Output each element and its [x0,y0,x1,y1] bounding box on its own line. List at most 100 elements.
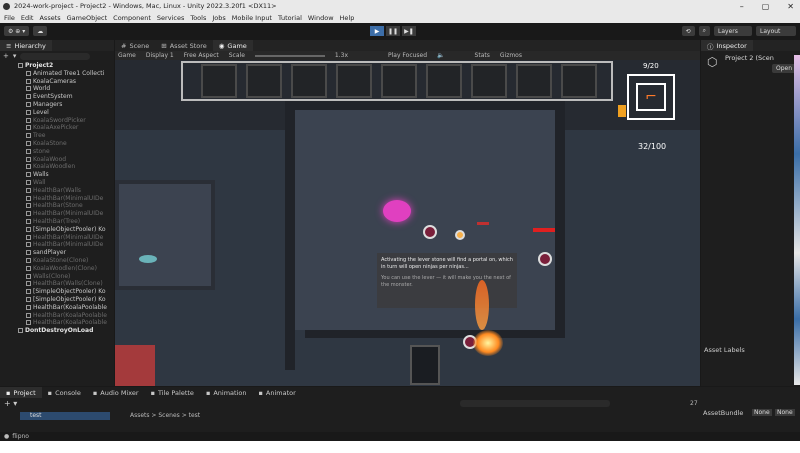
pause-button[interactable]: ❚❚ [386,26,400,36]
hierarchy-item[interactable]: KoalaWoodlen(Clone) [0,265,114,273]
menu-item-help[interactable]: Help [340,14,355,22]
tab-game[interactable]: ◉ Game [212,40,253,51]
inventory-slot[interactable] [336,64,372,98]
tab-hierarchy[interactable]: ≡ Hierarchy [0,40,52,51]
display-dropdown[interactable]: Display 1 [146,52,174,59]
play-focused-dropdown[interactable]: Play Focused [388,52,427,59]
hierarchy-item[interactable]: Managers [0,101,114,109]
history-icon[interactable]: ⟲ [681,26,695,36]
maximize-button[interactable]: ▢ [762,2,770,11]
menu-item-edit[interactable]: Edit [21,14,34,22]
tab-inspector[interactable]: ⓘ Inspector [701,40,753,51]
hierarchy-item[interactable]: HealthBar(Tree) [0,218,114,226]
hierarchy-item[interactable]: HealthBar(MinimalUIDe [0,195,114,203]
hierarchy-item[interactable]: HealthBar(MinimalUIDe [0,210,114,218]
hierarchy-item[interactable]: HealthBar(KoalaPoolable [0,304,114,312]
menu-item-window[interactable]: Window [308,14,334,22]
hierarchy-item[interactable]: KoalaAxePicker [0,124,114,132]
hierarchy-item[interactable]: HealthBar(KoalaPoolable [0,319,114,327]
inventory-slot[interactable] [561,64,597,98]
open-button[interactable]: Open [771,64,796,73]
hierarchy-item[interactable]: KoalaWoodlen [0,163,114,171]
hierarchy-item[interactable]: HealthBar(KoalaPoolable [0,312,114,320]
tab-project[interactable]: ▪ Project [0,387,42,398]
menu-item-assets[interactable]: Assets [39,14,60,22]
hierarchy-item[interactable]: HealthBar(Stone [0,202,114,210]
hierarchy-item[interactable]: Level [0,109,114,117]
hierarchy-item[interactable]: KoalaStone(Clone) [0,257,114,265]
hierarchy-item[interactable]: Tree [0,132,114,140]
variant-dropdown[interactable]: None [775,409,795,416]
stats-button[interactable]: Stats [475,52,490,59]
scale-slider[interactable] [254,54,325,57]
weapon-frame[interactable]: ⌐ [627,74,675,120]
close-button[interactable]: ✕ [787,2,794,11]
layers-dropdown[interactable]: Layers [714,26,752,36]
hierarchy-item-label: KoalaStone(Clone) [33,256,89,264]
play-button[interactable]: ▶ [370,26,384,36]
inventory-slot[interactable] [201,64,237,98]
project-search-input[interactable] [460,400,610,407]
gizmos-button[interactable]: Gizmos [500,52,522,59]
tab-animator[interactable]: ▪ Animator [252,387,301,398]
inventory-slot[interactable] [381,64,417,98]
hierarchy-item[interactable]: HealthBar(Walls(Clone) [0,280,114,288]
menu-item-gameobject[interactable]: GameObject [67,14,108,22]
search-icon[interactable]: ⌕ [698,26,710,36]
cloud-button[interactable]: ☁ [33,26,48,36]
hierarchy-item[interactable]: KoalaStone [0,140,114,148]
inventory-slot[interactable] [426,64,462,98]
folder-test[interactable]: test [20,412,110,420]
minimize-button[interactable]: – [740,2,744,11]
add-object-button[interactable]: + [3,52,9,60]
hierarchy-item[interactable]: DontDestroyOnLoad [0,327,114,335]
hierarchy-item[interactable]: Project2 [0,62,114,70]
hierarchy-item[interactable]: [SimpleObjectPooler) Ko [0,288,114,296]
menu-item-mobile-input[interactable]: Mobile Input [232,14,272,22]
hierarchy-item[interactable]: KoalaCameras [0,78,114,86]
menu-item-jobs[interactable]: Jobs [212,14,225,22]
dropdown-icon[interactable]: ▾ [13,52,17,60]
asset-bundle-dropdown[interactable]: None [752,409,772,416]
mute-icon[interactable]: 🔈 [437,52,444,59]
layout-dropdown[interactable]: Layout [756,26,796,36]
tab-scene[interactable]: # Scene [115,40,155,51]
hierarchy-item[interactable]: Walls [0,171,114,179]
hierarchy-item[interactable]: KoalaSwordPicker [0,117,114,125]
hierarchy-item[interactable]: HealthBar(Walls [0,187,114,195]
hierarchy-item[interactable]: stone [0,148,114,156]
hierarchy-item[interactable]: KoalaWood [0,156,114,164]
account-button[interactable]: ⚙ ⊕ ▾ [4,26,30,36]
menu-item-file[interactable]: File [4,14,15,22]
hierarchy-item[interactable]: Walls(Clone) [0,273,114,281]
tab-tile-palette[interactable]: ▪ Tile Palette [145,387,200,398]
menu-item-component[interactable]: Component [113,14,151,22]
tab-animation[interactable]: ▪ Animation [200,387,253,398]
menu-item-services[interactable]: Services [157,14,184,22]
hierarchy-item[interactable]: HealthBar(MinimalUIDe [0,234,114,242]
game-viewport[interactable]: 9/20 ⌐ 32/100 Activating the lever stone… [115,60,700,386]
project-add-button[interactable]: + ▾ [4,399,17,408]
menu-item-tools[interactable]: Tools [190,14,206,22]
inventory-slot[interactable] [471,64,507,98]
aspect-dropdown[interactable]: Free Aspect [184,52,219,59]
hierarchy-item[interactable]: World [0,85,114,93]
inventory-slot[interactable] [516,64,552,98]
hierarchy-item[interactable]: Animated Tree1 Collecti [0,70,114,78]
project-breadcrumb[interactable]: Assets > Scenes > test [130,412,200,419]
tab-asset-store[interactable]: ⊞ Asset Store [155,40,212,51]
hierarchy-item[interactable]: EventSystem [0,93,114,101]
hierarchy-item[interactable]: [SimpleObjectPooler) Ko [0,296,114,304]
tab-audio-mixer[interactable]: ▪ Audio Mixer [87,387,145,398]
hierarchy-item[interactable]: sandPlayer [0,249,114,257]
game-mode-dropdown[interactable]: Game [118,52,136,59]
step-button[interactable]: ▶❚ [402,26,416,36]
hierarchy-item[interactable]: [SimpleObjectPooler) Ko [0,226,114,234]
inventory-slot[interactable] [246,64,282,98]
menu-item-tutorial[interactable]: Tutorial [278,14,302,22]
tab-console[interactable]: ▪ Console [42,387,87,398]
hierarchy-search-input[interactable] [20,52,91,60]
hierarchy-item[interactable]: HealthBar(MinimalUIDe [0,241,114,249]
hierarchy-item[interactable]: Wall [0,179,114,187]
inventory-slot[interactable] [291,64,327,98]
